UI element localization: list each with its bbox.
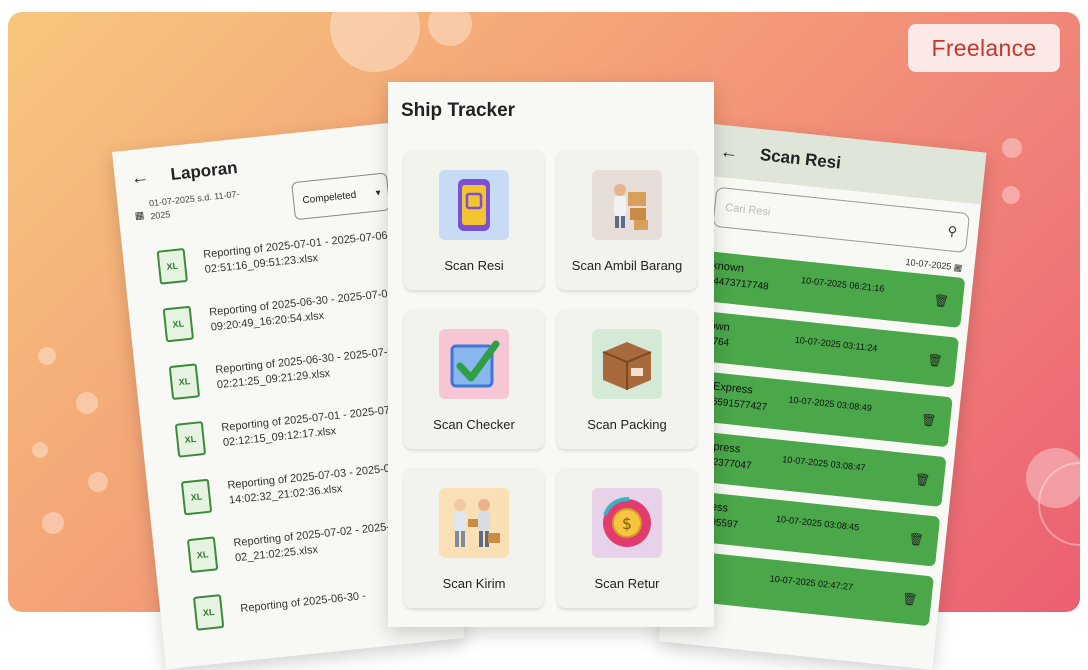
svg-text:$: $ bbox=[622, 514, 632, 533]
bokeh-circle bbox=[38, 347, 56, 365]
excel-file-icon: XL bbox=[192, 594, 225, 631]
calendar-icon: ▦ bbox=[953, 261, 963, 273]
status-select-value: Compeleted bbox=[301, 189, 357, 206]
ship-tracker-screen: Ship Tracker Scan Resi Scan Ambil Barang S… bbox=[388, 82, 714, 627]
scan-timestamp: 10-07-2025 06:21:16 bbox=[800, 275, 885, 294]
calendar-icon[interactable]: ▦ bbox=[134, 210, 145, 222]
date-range[interactable]: 01-07-2025 s.d. 11-07-2025 bbox=[148, 186, 260, 223]
scan-timestamp: 10-07-2025 03:11:24 bbox=[794, 334, 878, 354]
excel-file-icon: XL bbox=[156, 247, 188, 285]
status-select[interactable]: Compeleted ▼ bbox=[291, 172, 392, 221]
page-title: Scan Resi bbox=[759, 145, 842, 173]
bokeh-circle bbox=[32, 442, 48, 458]
menu-grid: Scan Resi Scan Ambil Barang Scan Checker Sc… bbox=[388, 130, 714, 608]
money-return-icon: $ bbox=[592, 488, 662, 558]
excel-file-icon: XL bbox=[162, 305, 195, 343]
trash-icon[interactable]: 🗑 bbox=[908, 532, 925, 548]
menu-tile-label: Scan Resi bbox=[444, 258, 504, 273]
menu-tile[interactable]: Scan Ambil Barang bbox=[557, 150, 697, 290]
search-placeholder: Cari Resi bbox=[724, 201, 771, 219]
menu-tile-label: Scan Packing bbox=[587, 417, 667, 432]
bokeh-circle bbox=[76, 392, 98, 414]
delivery-icon bbox=[439, 488, 509, 558]
date-label: 10-07-2025 bbox=[905, 256, 952, 272]
bokeh-circle bbox=[42, 512, 64, 534]
excel-file-icon: XL bbox=[186, 536, 219, 574]
trash-icon[interactable]: 🗑 bbox=[920, 412, 937, 428]
menu-tile[interactable]: $ Scan Retur bbox=[557, 468, 697, 608]
menu-tile-label: Scan Retur bbox=[594, 576, 660, 591]
menu-tile-label: Scan Checker bbox=[433, 417, 515, 432]
excel-file-icon: XL bbox=[174, 421, 207, 458]
freelance-badge: Freelance bbox=[908, 24, 1060, 72]
menu-tile-label: Scan Ambil Barang bbox=[571, 258, 683, 273]
excel-file-icon: XL bbox=[168, 363, 201, 401]
bokeh-circle bbox=[1002, 186, 1020, 204]
search-icon[interactable]: ⚲ bbox=[947, 223, 958, 240]
page-title: Laporan bbox=[169, 157, 239, 184]
report-file-name: Reporting of 2025-07-01 - 2025-07-06 02:… bbox=[202, 229, 389, 276]
bokeh-circle bbox=[1002, 138, 1022, 158]
bokeh-circle bbox=[88, 472, 108, 492]
menu-tile[interactable]: Scan Checker bbox=[404, 309, 544, 449]
back-arrow-icon[interactable]: ← bbox=[130, 166, 150, 189]
trash-icon[interactable]: 🗑 bbox=[927, 353, 944, 369]
trash-icon[interactable]: 🗑 bbox=[914, 472, 931, 488]
report-file-name: Reporting of 2025-06-30 - 2025-07-04 09:… bbox=[208, 287, 395, 334]
trash-icon[interactable]: 🗑 bbox=[901, 591, 918, 607]
back-arrow-icon[interactable]: ← bbox=[719, 140, 739, 163]
scan-timestamp: 10-07-2025 03:08:47 bbox=[781, 454, 866, 473]
chevron-down-icon: ▼ bbox=[373, 187, 383, 198]
excel-file-icon: XL bbox=[180, 478, 213, 516]
scan-timestamp: 10-07-2025 02:47:27 bbox=[769, 573, 854, 593]
bokeh-circle bbox=[428, 12, 472, 46]
phone-scan-icon bbox=[439, 170, 509, 240]
menu-tile[interactable]: Scan Resi bbox=[404, 150, 544, 290]
report-file-name: Reporting of 2025-06-30 - bbox=[239, 589, 367, 615]
scan-timestamp: 10-07-2025 03:08:45 bbox=[775, 513, 860, 533]
checkmark-icon bbox=[439, 329, 509, 399]
menu-tile-label: Scan Kirim bbox=[442, 576, 506, 591]
pickup-worker-icon bbox=[592, 170, 662, 240]
scan-timestamp: 10-07-2025 03:08:49 bbox=[788, 394, 873, 414]
app-title: Ship Tracker bbox=[401, 100, 516, 121]
box-icon bbox=[592, 329, 662, 399]
menu-tile[interactable]: Scan Packing bbox=[557, 309, 697, 449]
trash-icon[interactable]: 🗑 bbox=[933, 293, 950, 309]
bokeh-circle bbox=[330, 12, 420, 72]
menu-tile[interactable]: Scan Kirim bbox=[404, 468, 544, 608]
